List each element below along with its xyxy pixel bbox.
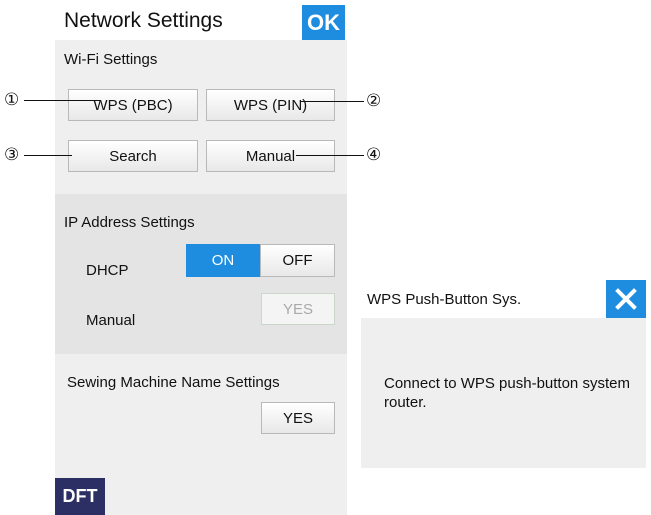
dft-button[interactable]: DFT bbox=[55, 478, 105, 515]
page-title: Network Settings bbox=[64, 9, 223, 32]
wps-pin-button[interactable]: WPS (PIN) bbox=[206, 89, 335, 121]
manual-ip-yes-button[interactable]: YES bbox=[261, 293, 335, 325]
close-button[interactable] bbox=[606, 280, 646, 318]
machine-name-settings-label: Sewing Machine Name Settings bbox=[67, 374, 280, 391]
dhcp-label: DHCP bbox=[86, 262, 129, 279]
callout-3: ③ bbox=[4, 145, 20, 164]
callout-4-leader bbox=[296, 155, 364, 156]
wps-dialog-message: Connect to WPS push-button system router… bbox=[384, 375, 630, 411]
callout-2-leader bbox=[300, 101, 364, 102]
manual-ip-label: Manual bbox=[86, 312, 136, 329]
callout-1-leader bbox=[24, 100, 100, 101]
wifi-settings-label: Wi-Fi Settings bbox=[64, 51, 158, 68]
ip-address-settings-label: IP Address Settings bbox=[64, 214, 195, 231]
ok-button[interactable]: OK bbox=[302, 5, 345, 41]
machine-name-yes-button[interactable]: YES bbox=[261, 402, 335, 434]
wps-pbc-button[interactable]: WPS (PBC) bbox=[68, 89, 198, 121]
manual-wifi-button[interactable]: Manual bbox=[206, 140, 335, 172]
callout-1: ① bbox=[4, 90, 20, 109]
dhcp-off-toggle[interactable]: OFF bbox=[260, 244, 335, 277]
close-icon bbox=[615, 288, 637, 310]
dhcp-on-toggle[interactable]: ON bbox=[186, 244, 260, 277]
callout-4: ④ bbox=[366, 145, 382, 164]
search-button[interactable]: Search bbox=[68, 140, 198, 172]
callout-2: ② bbox=[366, 91, 382, 110]
wps-dialog-title: WPS Push-Button Sys. bbox=[367, 291, 522, 308]
callout-3-leader bbox=[24, 155, 72, 156]
